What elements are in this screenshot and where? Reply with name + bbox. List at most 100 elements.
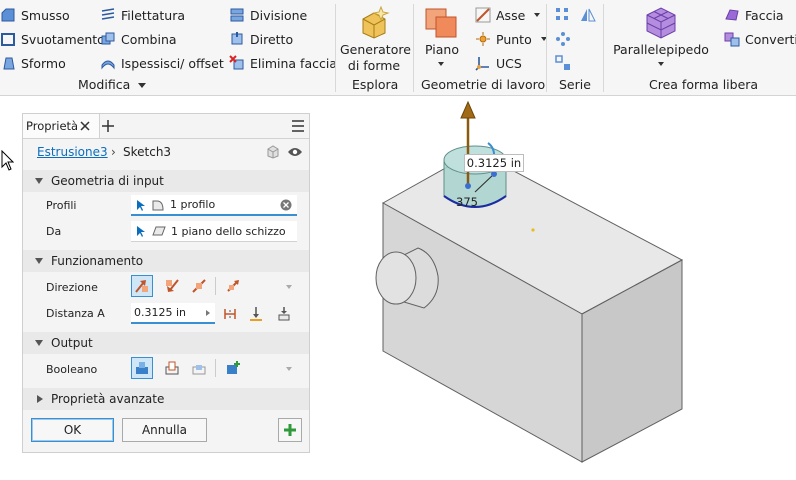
tab-proprieta[interactable]: Proprietà — [23, 114, 100, 138]
ucs-button[interactable]: UCS — [475, 55, 522, 71]
extent-to-next-button[interactable] — [245, 303, 267, 325]
combina-button[interactable]: Combina — [100, 31, 177, 47]
punto-button[interactable]: Punto — [475, 31, 547, 47]
esplora-group-label: Esplora — [352, 77, 399, 92]
boolean-join-icon — [136, 362, 148, 374]
thicken-icon — [101, 60, 115, 70]
sketch-plane-icon — [152, 226, 166, 236]
chevron-down-icon[interactable] — [286, 285, 292, 289]
direct-edit-icon — [231, 32, 243, 45]
sformo-button[interactable]: Sformo — [0, 55, 66, 71]
boolean-join-button[interactable] — [131, 357, 153, 379]
circular-pattern-icon — [556, 32, 570, 46]
svuotamento-label: Svuotamento — [21, 31, 105, 47]
combine-icon — [101, 32, 115, 45]
converti-button[interactable]: Converti — [724, 31, 796, 47]
piano-button[interactable] — [424, 7, 458, 39]
chevron-down-icon[interactable] — [286, 367, 292, 371]
cylinder-boss-face[interactable] — [375, 251, 417, 305]
boolean-cut-icon — [165, 361, 179, 375]
distanza-input[interactable]: 0.3125 in — [131, 303, 215, 324]
thread-icon — [101, 8, 115, 20]
distanza-label: Distanza A — [46, 307, 105, 320]
boolean-intersect-icon — [192, 365, 206, 375]
section-geometria-header[interactable]: Geometria di input — [23, 170, 309, 192]
profili-selector[interactable]: 1 profilo — [131, 195, 297, 216]
divisione-button[interactable]: Divisione — [229, 7, 307, 23]
direction-flipped-button[interactable] — [161, 275, 183, 297]
mirror-button[interactable] — [580, 7, 596, 23]
da-selector[interactable]: 1 piano dello schizzo — [131, 221, 297, 242]
modifica-group-label[interactable]: Modifica — [78, 77, 147, 92]
new-solid-button[interactable] — [222, 357, 244, 379]
punto-label: Punto — [496, 31, 532, 47]
boolean-cut-button[interactable] — [161, 357, 183, 379]
direction-default-button[interactable] — [131, 275, 153, 297]
cube-icon[interactable] — [266, 145, 280, 159]
model-viewport[interactable] — [310, 96, 796, 480]
dimension-partial-label: 375 — [456, 195, 478, 209]
menu-icon[interactable] — [291, 120, 305, 132]
asse-button[interactable]: Asse — [475, 7, 541, 23]
eye-icon[interactable] — [287, 146, 303, 158]
ispessisci-button[interactable]: Ispessisci/ offset — [100, 55, 224, 71]
direction-flipped-icon — [166, 279, 179, 292]
toolbar-separator — [215, 277, 216, 295]
clear-icon[interactable] — [280, 199, 292, 211]
parallelepipedo-button[interactable] — [643, 5, 679, 39]
dimension-label[interactable]: 0.3125 in — [464, 154, 524, 172]
draft-icon — [3, 57, 15, 70]
direction-symmetric-button[interactable] — [188, 275, 210, 297]
divisione-label: Divisione — [250, 7, 308, 23]
shape-generator-icon — [362, 5, 390, 39]
circular-pattern-button[interactable] — [555, 31, 571, 47]
work-point-icon — [476, 32, 490, 46]
toolbar-separator — [215, 359, 216, 377]
chevron-down-icon — [534, 13, 541, 17]
tab-proprieta-label: Proprietà — [26, 119, 79, 133]
ribbon-separator — [413, 4, 414, 92]
filettatura-button[interactable]: Filettatura — [100, 7, 185, 23]
chevron-right-icon[interactable] — [206, 309, 210, 316]
apply-plus-button[interactable] — [278, 418, 302, 442]
elimina-faccia-button[interactable]: Elimina faccia — [229, 55, 337, 71]
section-advanced-header[interactable]: Proprietà avanzate — [23, 388, 309, 410]
direzione-label: Direzione — [46, 281, 98, 294]
convert-icon — [724, 32, 740, 47]
delete-face-icon — [229, 55, 244, 70]
breadcrumb-link[interactable]: Estrusione3 — [37, 145, 108, 159]
sketch-pattern-icon — [555, 55, 570, 70]
diretto-button[interactable]: Diretto — [229, 31, 293, 47]
add-tab-icon[interactable] — [101, 119, 115, 133]
ok-button[interactable]: OK — [31, 418, 114, 442]
freeform-face-icon — [725, 9, 739, 21]
chevron-down-icon[interactable] — [438, 62, 444, 66]
sketch-pattern-button[interactable] — [555, 55, 571, 71]
chevron-down-icon — [35, 258, 43, 264]
rectangular-pattern-button[interactable] — [555, 7, 571, 23]
chevron-right-icon — [37, 395, 43, 403]
extent-distance-button[interactable] — [219, 303, 241, 325]
chevron-down-icon — [35, 340, 43, 346]
shape-generator-button[interactable] — [357, 5, 391, 39]
breadcrumb-current: Sketch3 — [123, 145, 172, 159]
chevron-down-icon[interactable] — [658, 62, 664, 66]
elimina-faccia-label: Elimina faccia — [250, 55, 337, 71]
section-output-header[interactable]: Output — [23, 332, 309, 354]
faccia-button[interactable]: Faccia — [724, 7, 784, 23]
serie-group-label: Serie — [559, 77, 591, 92]
boolean-intersect-button[interactable] — [188, 357, 210, 379]
cancel-button[interactable]: Annulla — [122, 418, 207, 442]
distance-manipulator-arrow-icon[interactable] — [460, 100, 476, 119]
direction-asymmetric-button[interactable] — [222, 275, 244, 297]
shell-icon — [1, 33, 15, 46]
smusso-button[interactable]: Smusso — [0, 7, 70, 23]
extent-through-all-button[interactable] — [273, 303, 295, 325]
ribbon: Smusso Svuotamento Sformo Filettatura Co… — [0, 0, 796, 96]
forma-libera-group-label: Crea forma libera — [649, 77, 759, 92]
converti-label: Converti — [745, 31, 796, 47]
close-icon[interactable] — [79, 120, 91, 132]
tab-divider — [23, 138, 309, 139]
section-funzionamento-header[interactable]: Funzionamento — [23, 250, 309, 272]
svuotamento-button[interactable]: Svuotamento — [0, 31, 105, 47]
